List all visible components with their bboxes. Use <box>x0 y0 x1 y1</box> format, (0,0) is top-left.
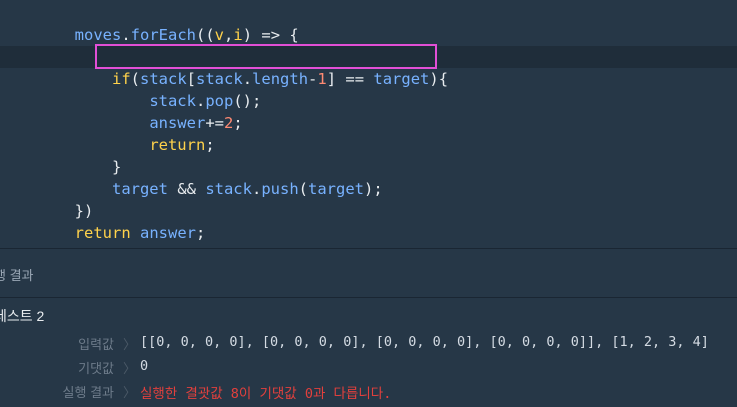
chevron-right-icon: 〉 <box>123 361 137 376</box>
expected-label: 기댓값 <box>78 361 114 376</box>
input-label: 입력값 <box>78 337 114 352</box>
code-line: }) <box>74 202 94 220</box>
code-line-highlighted: if(stack[stack.length-1] == target){ <box>0 46 737 88</box>
test-case-title: 테스트 2 <box>0 308 45 324</box>
code-line: } <box>111 158 122 176</box>
divider <box>0 297 737 298</box>
output-panel: 행 결과 테스트 2 입력값 〉 [[0, 0, 0, 0], [0, 0, 0… <box>0 249 737 407</box>
code-line: target && stack.push(target); <box>111 180 383 198</box>
expected-row: 기댓값 〉 0 <box>0 358 737 378</box>
code-editor[interactable]: moves.forEach((v,i) => { const target = … <box>0 0 737 264</box>
result-row: 실행 결과 〉 실행한 결괏값 8이 기댓값 0과 다릅니다. <box>0 382 737 402</box>
chevron-right-icon: 〉 <box>123 385 137 400</box>
chevron-right-icon: 〉 <box>123 337 137 352</box>
input-row: 입력값 〉 [[0, 0, 0, 0], [0, 0, 0, 0], [0, 0… <box>0 334 737 354</box>
result-label: 실행 결과 <box>62 385 114 400</box>
code-line: moves.forEach((v,i) => { <box>74 26 299 44</box>
code-line: answer+=2; <box>149 114 243 132</box>
code-line: } <box>0 222 737 264</box>
expected-value: 0 <box>140 358 149 374</box>
code-line: stack.pop(); <box>149 92 262 110</box>
result-value: 실행한 결괏값 8이 기댓값 0과 다릅니다. <box>140 386 392 402</box>
code-line: return answer; <box>74 224 206 242</box>
input-value: [[0, 0, 0, 0], [0, 0, 0, 0], [0, 0, 0, 0… <box>140 334 709 350</box>
output-header: 행 결과 <box>0 268 34 283</box>
code-line: const target = newBoard[v-1].pop(); <box>0 24 737 66</box>
code-line: return; <box>149 136 215 154</box>
